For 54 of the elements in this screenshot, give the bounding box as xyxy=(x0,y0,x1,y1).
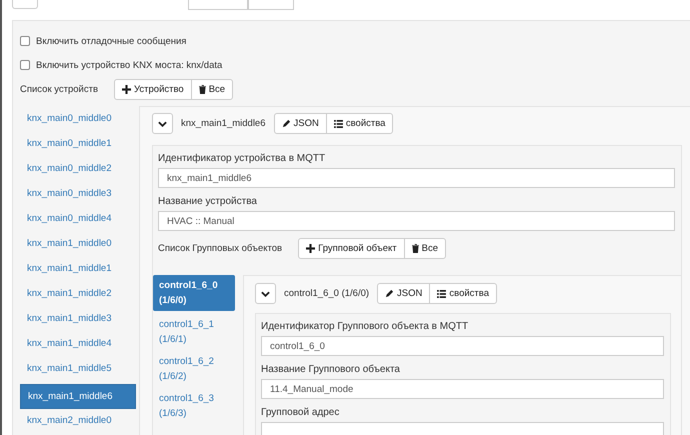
checkbox-label: Включить отладочные сообщения xyxy=(36,36,186,46)
field-label: Идентификатор устройства в MQTT xyxy=(158,153,326,164)
collapse-button[interactable] xyxy=(255,283,276,304)
json-button[interactable]: JSON xyxy=(274,113,327,134)
field-label: Идентификатор Группового объекта в MQTT xyxy=(261,321,470,332)
add-group-button[interactable]: Групповой объект xyxy=(298,238,405,259)
device-item[interactable]: knx_main0_middle4 xyxy=(20,207,136,232)
list-icon xyxy=(334,120,343,128)
chevron-down-icon xyxy=(261,290,270,296)
delete-all-button[interactable]: Все xyxy=(404,238,446,259)
input-field[interactable]: knx_main1_middle6 xyxy=(158,168,675,188)
field-label: Название Группового объекта xyxy=(261,364,401,375)
device-item[interactable]: knx_main1_middle4 xyxy=(20,332,136,357)
group-title: control1_6_0 (1/6/0) xyxy=(284,288,370,299)
field-label: Групповой адрес xyxy=(261,407,340,418)
trash-icon xyxy=(412,244,419,253)
checkbox[interactable] xyxy=(20,60,30,70)
delete-all-button[interactable]: Все xyxy=(190,79,234,100)
plus-icon xyxy=(306,244,316,253)
input-field[interactable]: 11.4_Manual_mode xyxy=(261,379,664,399)
device-item[interactable]: knx_main0_middle2 xyxy=(20,157,136,182)
device-item[interactable]: knx_main0_middle0 xyxy=(20,107,136,132)
device-list-label: Список устройств xyxy=(20,84,98,95)
plus-icon xyxy=(122,85,132,94)
list-icon xyxy=(437,290,446,298)
device-title: knx_main1_middle6 xyxy=(181,118,266,129)
device-item[interactable]: knx_main1_middle2 xyxy=(20,282,136,307)
chevron-down-icon xyxy=(158,120,167,126)
device-item[interactable]: knx_main0_middle1 xyxy=(20,132,136,157)
trash-icon xyxy=(198,85,206,94)
pencil-icon xyxy=(385,289,394,298)
group-item[interactable]: control1_6_2 (1/6/2) xyxy=(153,351,235,385)
device-item[interactable]: knx_main1_middle1 xyxy=(20,257,136,282)
collapse-button[interactable] xyxy=(152,113,173,134)
device-item[interactable]: knx_main1_middle3 xyxy=(20,307,136,332)
checkbox[interactable] xyxy=(20,36,30,46)
json-button[interactable]: JSON xyxy=(377,283,430,304)
checkbox-label: Включить устройство KNX моста: knx/data xyxy=(36,60,222,70)
properties-button[interactable]: свойства xyxy=(429,283,497,304)
device-item[interactable]: knx_main1_middle6 xyxy=(20,384,136,409)
add-device-button[interactable]: Устройство xyxy=(114,79,192,100)
group-item[interactable]: control1_6_3 (1/6/3) xyxy=(153,388,235,422)
group-item[interactable]: control1_6_1 (1/6/1) xyxy=(153,314,235,348)
pencil-icon xyxy=(282,119,290,128)
input-field[interactable]: HVAC :: Manual xyxy=(158,211,675,231)
input-field[interactable]: control1_6_0 xyxy=(261,336,664,356)
group-list-label: Список Групповых объектов xyxy=(158,243,282,254)
group-item[interactable]: control1_6_0 (1/6/0) xyxy=(153,275,235,311)
field-label: Название устройства xyxy=(158,196,258,207)
device-item[interactable]: knx_main0_middle3 xyxy=(20,182,136,207)
device-item[interactable]: knx_main1_middle0 xyxy=(20,232,136,257)
device-item[interactable]: knx_main1_middle5 xyxy=(20,357,136,382)
device-item[interactable]: knx_main2_middle0 xyxy=(20,409,136,434)
properties-button[interactable]: свойства xyxy=(326,113,394,134)
